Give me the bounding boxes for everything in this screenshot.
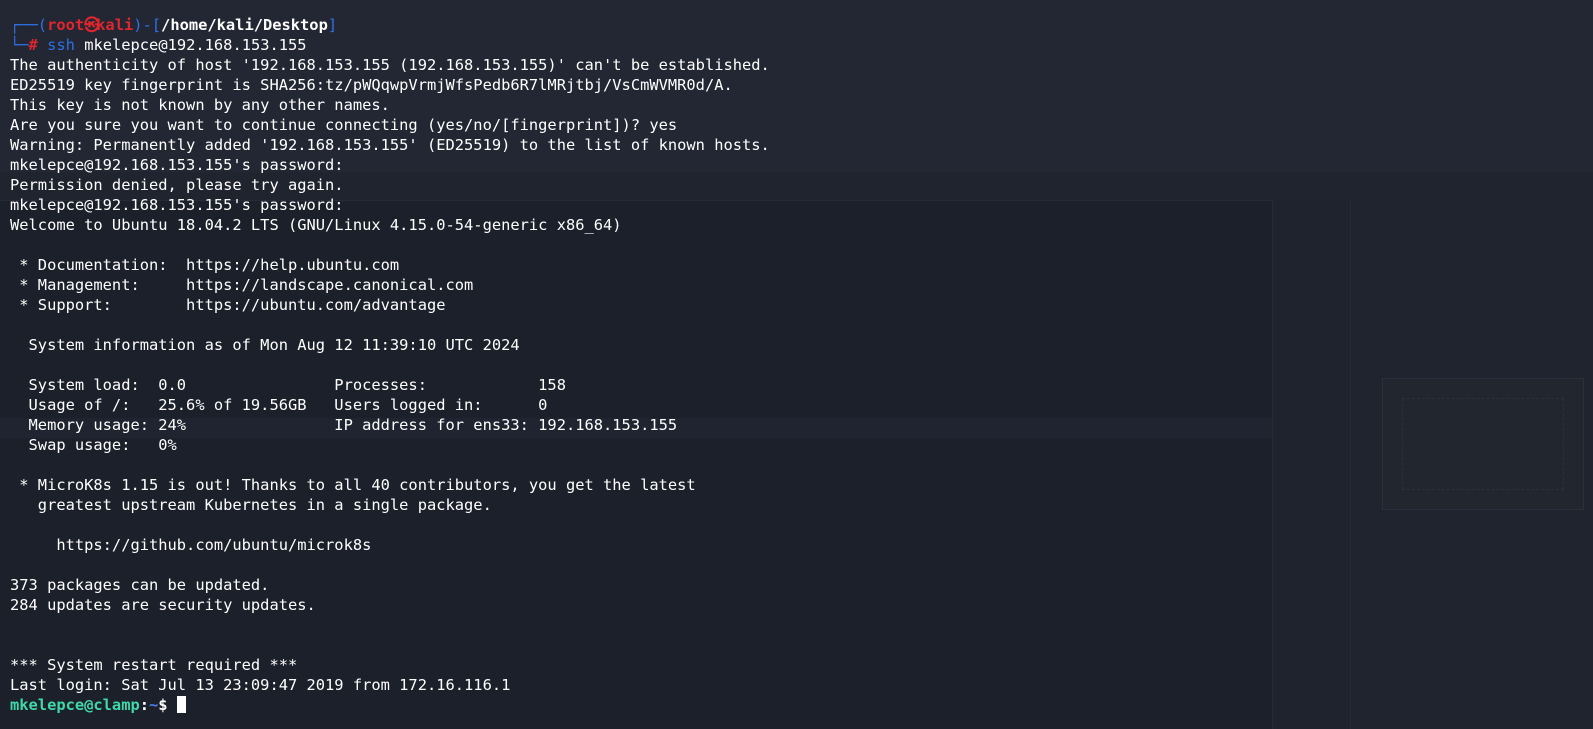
output-line: * Support: https://ubuntu.com/advantage [10,296,446,314]
prompt-user: root [47,16,85,34]
prompt-frame-bottom: └─ [10,36,29,54]
remote-user-host: mkelepce@clamp [10,696,140,714]
output-line: Last login: Sat Jul 13 23:09:47 2019 fro… [10,676,511,694]
output-line: 284 updates are security updates. [10,596,316,614]
output-line: ED25519 key fingerprint is SHA256:tz/pWQ… [10,76,733,94]
prompt-frame-mid: )-[ [133,16,162,34]
terminal-window[interactable]: ┌──(root㉿kali)-[/home/kali/Desktop] └─# … [0,0,1593,729]
command-name: ssh [47,36,75,54]
output-line: greatest upstream Kubernetes in a single… [10,496,492,514]
output-line: * MicroK8s 1.15 is out! Thanks to all 40… [10,476,696,494]
prompt-host: kali [96,16,134,34]
output-line: *** System restart required *** [10,656,298,674]
kali-command-line: └─# ssh mkelepce@192.168.153.155 [10,35,770,55]
prompt-frame-close: ] [327,16,338,34]
prompt-frame: ┌──( [10,16,48,34]
output-line: The authenticity of host '192.168.153.15… [10,56,770,74]
remote-path: ~ [149,696,159,714]
output-line: * Documentation: https://help.ubuntu.com [10,256,400,274]
prompt-hash: # [28,36,38,54]
output-line: Memory usage: 24% IP address for ens33: … [10,416,678,434]
output-line: System load: 0.0 Processes: 158 [10,376,566,394]
output-line: System information as of Mon Aug 12 11:3… [10,336,520,354]
terminal-output: ┌──(root㉿kali)-[/home/kali/Desktop] └─# … [10,15,770,715]
output-line: 373 packages can be updated. [10,576,270,594]
output-line: Welcome to Ubuntu 18.04.2 LTS (GNU/Linux… [10,216,622,234]
remote-dollar: $ [158,696,177,714]
prompt-path: /home/kali/Desktop [161,16,328,34]
remote-sep: : [139,696,150,714]
output-line: mkelepce@192.168.153.155's password: [10,196,353,214]
remote-shell-prompt[interactable]: mkelepce@clamp:~$ [10,695,770,715]
output-line: Swap usage: 0% [10,436,177,454]
kali-skull-icon: ㉿ [84,16,100,34]
output-line: Usage of /: 25.6% of 19.56GB Users logge… [10,396,548,414]
output-line: Permission denied, please try again. [10,176,344,194]
output-line: * Management: https://landscape.canonica… [10,276,474,294]
output-line: Are you sure you want to continue connec… [10,116,678,134]
kali-prompt-header: ┌──(root㉿kali)-[/home/kali/Desktop] [10,15,770,35]
text-cursor[interactable] [176,696,186,713]
output-line: Warning: Permanently added '192.168.153.… [10,136,770,154]
command-args: mkelepce@192.168.153.155 [74,36,307,54]
output-line: mkelepce@192.168.153.155's password: [10,156,353,174]
output-line: https://github.com/ubuntu/microk8s [10,536,372,554]
output-line: This key is not known by any other names… [10,96,390,114]
